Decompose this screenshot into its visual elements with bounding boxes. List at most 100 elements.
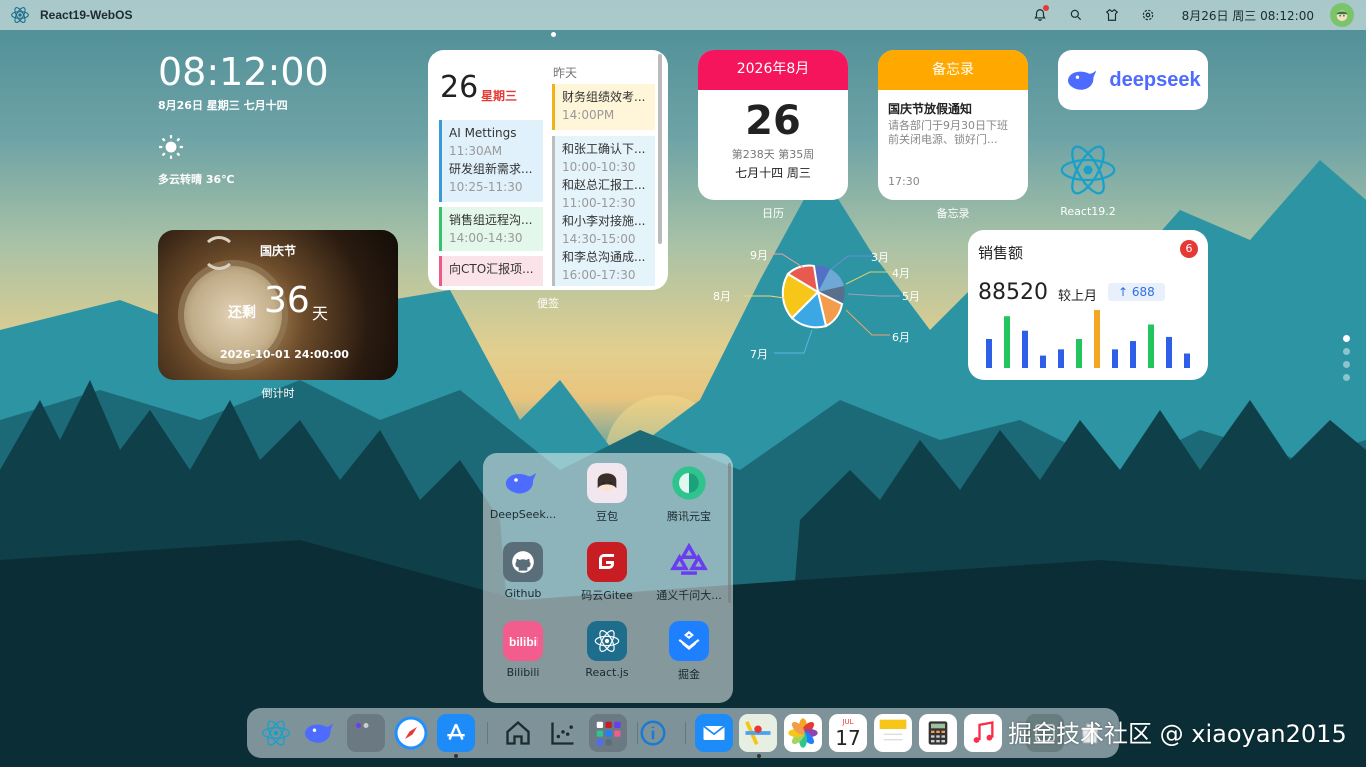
dock-appstore[interactable]: [437, 714, 475, 752]
app-yuanbao[interactable]: 腾讯元宝: [649, 463, 729, 524]
app-tongyi[interactable]: 通义千问大...: [649, 542, 729, 603]
memo-title: 国庆节放假通知: [888, 102, 973, 116]
sales-bar: [1112, 349, 1118, 368]
dock-calendar[interactable]: JUL 17: [829, 714, 867, 752]
app-label: 豆包: [596, 510, 618, 523]
scrollbar[interactable]: [728, 463, 731, 603]
react-shortcut-label: React19.2: [1060, 205, 1116, 218]
menu-bar-clock[interactable]: 8月26日 周三 08:12:00: [1182, 7, 1314, 24]
event-title: 和小李对接施...: [562, 214, 646, 228]
app-label: Github: [504, 587, 542, 600]
gear-icon[interactable]: [1133, 0, 1163, 30]
app-juejin[interactable]: 掘金: [649, 621, 729, 682]
memo-body: 请各部门于9月30日下班前关闭电源、锁好门...: [888, 119, 1008, 146]
progress-ring: [202, 236, 236, 270]
memo-widget[interactable]: 备忘录 国庆节放假通知 请各部门于9月30日下班前关闭电源、锁好门... 17:…: [878, 50, 1028, 200]
app-react[interactable]: React.js: [567, 621, 647, 679]
event-item[interactable]: AI Mettings 11:30AM 研发组新需求... 10:25-11:3…: [439, 120, 543, 202]
dock-maps[interactable]: [739, 714, 777, 752]
dock-notes[interactable]: [874, 714, 912, 752]
watermark: 掘金技术社区 @ xiaoyan2015: [1008, 720, 1347, 748]
bilibili-icon: bilibili: [503, 621, 543, 661]
schedule-label: 便签: [537, 297, 559, 310]
pie-widget[interactable]: 9月 3月 4月 8月 5月 6月 7月: [700, 240, 940, 370]
yuanbao-icon: [669, 463, 709, 503]
sales-bar: [1166, 336, 1172, 368]
page-dot[interactable]: [1343, 374, 1350, 381]
countdown-widget[interactable]: 国庆节 还剩 36 天 2026-10-01 24:00:00: [158, 230, 398, 380]
dock-folder[interactable]: [347, 714, 385, 752]
dock-photos[interactable]: [784, 714, 822, 752]
page-dot[interactable]: [1343, 361, 1350, 368]
safari-icon: [394, 716, 428, 750]
dock-info[interactable]: [634, 714, 672, 752]
event-time: 11:00-12:30: [562, 196, 636, 210]
month-label: 7月: [750, 348, 768, 361]
dock-divider: [685, 722, 686, 744]
page-dot[interactable]: [1343, 348, 1350, 355]
event-item[interactable]: 财务组绩效考... 14:00PM: [552, 84, 655, 130]
schedule-yesterday: 昨天: [553, 66, 578, 80]
dock-react[interactable]: [257, 714, 295, 752]
event-item[interactable]: 向CTO汇报项...: [439, 256, 543, 286]
dock: JUL 17: [247, 708, 1119, 758]
memo-label: 备忘录: [936, 207, 970, 220]
sales-bar: [1130, 341, 1136, 368]
app-gitee[interactable]: 码云Gitee: [567, 542, 647, 603]
clock-date: 8月26日 星期三 七月十四: [158, 99, 288, 112]
sales-widget[interactable]: 销售额 6 88520 较上月 ↑ 688: [968, 230, 1208, 380]
app-deepseek[interactable]: DeepSeek...: [483, 463, 563, 521]
deepseek-wordmark: deepseek: [1109, 68, 1201, 91]
dock-home[interactable]: [499, 714, 537, 752]
sales-bar: [1148, 324, 1154, 368]
sales-bar: [1058, 349, 1064, 368]
deepseek-icon: [304, 723, 334, 743]
event-group[interactable]: 和张工确认下... 10:00-10:30 和赵总汇报工... 11:00-12…: [552, 136, 655, 286]
sales-bar: [1022, 330, 1028, 368]
react-logo-icon[interactable]: [9, 4, 31, 26]
react-icon[interactable]: [1058, 140, 1118, 200]
shirt-icon[interactable]: [1097, 0, 1127, 30]
gitee-icon: [587, 542, 627, 582]
page-dot[interactable]: [1343, 335, 1350, 342]
scrollbar[interactable]: [658, 54, 662, 244]
search-icon[interactable]: [1061, 0, 1091, 30]
schedule-widget[interactable]: 26 星期三 昨天 AI Mettings 11:30AM 研发组新需求... …: [428, 50, 668, 290]
event-item[interactable]: 销售组远程沟... 14:00-14:30: [439, 207, 543, 251]
dock-chart[interactable]: [544, 714, 582, 752]
page-indicator-dot: [551, 32, 556, 37]
app-label: Bilibili: [506, 666, 540, 679]
app-folder[interactable]: DeepSeek... 豆包 腾讯元宝 Github 码云Gitee 通义千问大…: [483, 453, 733, 703]
calendar-lunar: 七月十四 周三: [735, 166, 811, 180]
countdown-unit: 天: [312, 304, 329, 323]
home-icon: [506, 720, 530, 745]
calendar-day: 17: [835, 725, 861, 750]
github-icon: [503, 542, 543, 582]
app-doubao[interactable]: 豆包: [567, 463, 647, 524]
month-label: 3月: [871, 251, 889, 264]
bell-icon[interactable]: [1025, 0, 1055, 30]
app-github[interactable]: Github: [483, 542, 563, 600]
dock-deepseek[interactable]: [302, 714, 340, 752]
dock-calculator[interactable]: [919, 714, 957, 752]
calendar-widget[interactable]: 2026年8月 26 第238天 第35周 七月十四 周三: [698, 50, 848, 200]
dock-safari[interactable]: [392, 714, 430, 752]
music-icon: [973, 721, 994, 743]
countdown-label: 倒计时: [261, 387, 295, 400]
dock-mail[interactable]: [695, 714, 733, 752]
dock-apps[interactable]: [589, 714, 627, 752]
sales-bar: [1040, 355, 1046, 368]
dock-music[interactable]: [964, 714, 1002, 752]
countdown-title: 国庆节: [260, 244, 297, 258]
month-label: 4月: [892, 267, 910, 280]
sales-bar: [1184, 353, 1190, 368]
doubao-icon: [587, 463, 627, 503]
countdown-rest-label: 还剩: [228, 305, 256, 321]
photos-icon: [788, 718, 818, 748]
month-label: 5月: [902, 290, 920, 303]
maps-icon: [745, 720, 771, 746]
app-bilibili[interactable]: bilibili Bilibili: [483, 621, 563, 679]
deepseek-shortcut[interactable]: deepseek: [1058, 50, 1208, 110]
month-label: 9月: [750, 249, 768, 262]
avatar[interactable]: [1330, 3, 1354, 27]
